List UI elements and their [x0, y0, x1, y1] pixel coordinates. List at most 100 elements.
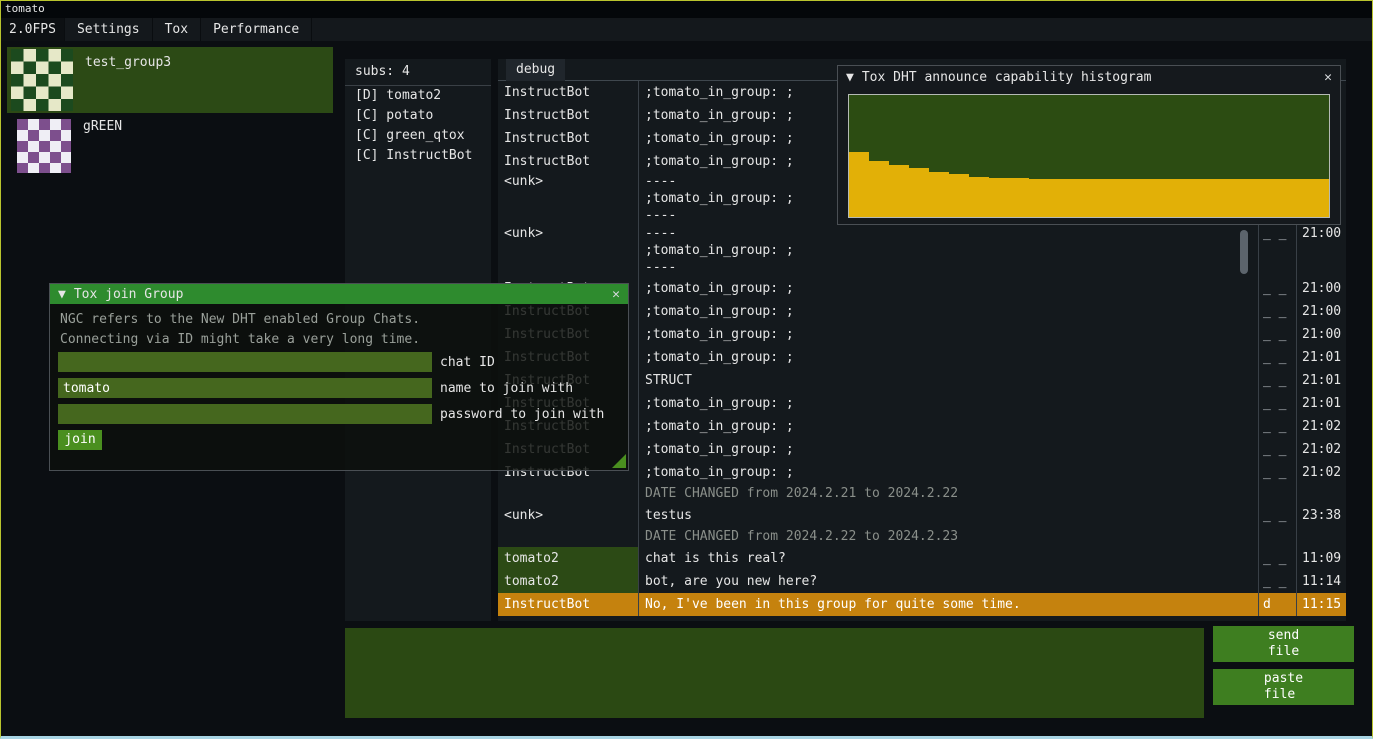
join-group-window: ▼ Tox join Group ✕ NGC refers to the New… — [49, 283, 629, 471]
join-window-title-bar[interactable]: ▼ Tox join Group ✕ — [50, 284, 628, 304]
chat-cell-timestamp: 21:01 — [1296, 392, 1346, 415]
chat-cell-sender: InstructBot — [498, 127, 638, 150]
date-changed-text: DATE CHANGED from 2024.2.21 to 2024.2.22 — [638, 484, 1258, 504]
member-item[interactable]: [C] green_qtox — [345, 126, 491, 146]
histogram-bar — [889, 165, 909, 217]
chat-cell-receipt: _ _ — [1258, 438, 1296, 461]
chat-cell-timestamp: 21:01 — [1296, 346, 1346, 369]
chat-cell-receipt: d — [1258, 593, 1296, 616]
chat-message-row[interactable]: <unk>---- ;tomato_in_group: ; ----_ _21:… — [498, 225, 1346, 277]
histogram-bar — [1009, 178, 1029, 217]
chat-cell-message: testus — [638, 504, 1258, 527]
sidebar-item-test-group3[interactable]: test_group3 — [7, 47, 333, 113]
chat-cell-message: ;tomato_in_group: ; — [638, 438, 1258, 461]
chat-cell-message: ;tomato_in_group: ; — [638, 277, 1258, 300]
join-password-label: password to join with — [440, 407, 604, 422]
chat-cell-sender: <unk> — [498, 173, 638, 225]
chat-cell-timestamp: 21:00 — [1296, 225, 1346, 277]
histogram-bar — [1169, 179, 1189, 217]
histogram-plot — [848, 94, 1330, 218]
histogram-bar — [1089, 179, 1109, 217]
menu-tox[interactable]: Tox — [153, 18, 201, 41]
collapse-icon[interactable]: ▼ — [58, 287, 66, 302]
group-avatar — [17, 119, 71, 173]
histogram-bar — [1049, 179, 1069, 217]
chat-cell-message: ;tomato_in_group: ; — [638, 346, 1258, 369]
chat-message-row[interactable]: tomato2chat is this real?_ _11:09 — [498, 547, 1346, 570]
chat-cell-sender: tomato2 — [498, 570, 638, 593]
chat-message-row[interactable]: tomato2bot, are you new here?_ _11:14 — [498, 570, 1346, 593]
chat-cell-message: ;tomato_in_group: ; — [638, 323, 1258, 346]
member-item[interactable]: [C] potato — [345, 106, 491, 126]
histogram-bar — [1129, 179, 1149, 217]
send-file-button[interactable]: send file — [1213, 626, 1354, 662]
chat-cell-receipt: _ _ — [1258, 225, 1296, 277]
chat-cell-message: No, I've been in this group for quite so… — [638, 593, 1258, 616]
chat-cell-timestamp: 21:01 — [1296, 369, 1346, 392]
chat-cell-receipt: _ _ — [1258, 504, 1296, 527]
histogram-bar — [949, 174, 969, 217]
chat-message-row[interactable]: <unk>testus_ _23:38 — [498, 504, 1346, 527]
paste-file-button[interactable]: paste file — [1213, 669, 1354, 705]
window-title: tomato — [5, 2, 45, 15]
chat-cell-receipt: _ _ — [1258, 369, 1296, 392]
tab-debug[interactable]: debug — [506, 59, 565, 81]
chat-cell-message: STRUCT — [638, 369, 1258, 392]
sidebar-item-green[interactable]: gREEN — [7, 115, 333, 177]
chat-cell-message: ---- ;tomato_in_group: ; ---- — [638, 225, 1258, 277]
histogram-bar — [909, 168, 929, 217]
chat-cell-message: ;tomato_in_group: ; — [638, 415, 1258, 438]
chat-message-row[interactable]: InstructBotNo, I've been in this group f… — [498, 593, 1346, 616]
chat-cell-receipt — [1258, 527, 1296, 547]
chat-cell-sender: <unk> — [498, 225, 638, 277]
histogram-window: ▼ Tox DHT announce capability histogram … — [837, 65, 1341, 225]
member-item[interactable]: [C] InstructBot — [345, 146, 491, 166]
chat-cell-timestamp: 21:00 — [1296, 323, 1346, 346]
chat-cell-message: ;tomato_in_group: ; — [638, 392, 1258, 415]
chat-cell-receipt: _ _ — [1258, 300, 1296, 323]
chat-cell-receipt: _ _ — [1258, 547, 1296, 570]
join-name-input[interactable] — [58, 378, 432, 398]
date-separator-row[interactable]: DATE CHANGED from 2024.2.22 to 2024.2.23 — [498, 527, 1346, 547]
chat-cell-receipt: _ _ — [1258, 570, 1296, 593]
chat-cell-sender: tomato2 — [498, 547, 638, 570]
histogram-bar — [1249, 179, 1269, 217]
chat-cell-message: chat is this real? — [638, 547, 1258, 570]
menu-settings[interactable]: Settings — [65, 18, 153, 41]
resize-grip[interactable] — [612, 454, 626, 468]
join-info-line: NGC refers to the New DHT enabled Group … — [60, 312, 420, 327]
close-icon[interactable]: ✕ — [612, 287, 620, 302]
join-info-line: Connecting via ID might take a very long… — [60, 332, 420, 347]
chat-cell-timestamp: 23:38 — [1296, 504, 1346, 527]
chat-cell-receipt — [1258, 484, 1296, 504]
chat-id-input[interactable] — [58, 352, 432, 372]
histogram-bar — [1269, 179, 1289, 217]
chat-cell-sender: InstructBot — [498, 150, 638, 173]
chat-cell-message: bot, are you new here? — [638, 570, 1258, 593]
window-title-bar[interactable]: tomato — [1, 1, 1372, 18]
collapse-icon[interactable]: ▼ — [846, 70, 854, 85]
close-icon[interactable]: ✕ — [1324, 70, 1332, 85]
histogram-bar — [1289, 179, 1309, 217]
histogram-bar — [1229, 179, 1249, 217]
histogram-window-title-bar[interactable]: ▼ Tox DHT announce capability histogram … — [838, 66, 1340, 88]
chat-cell-timestamp: 21:02 — [1296, 438, 1346, 461]
chat-scrollbar[interactable] — [1240, 230, 1248, 274]
histogram-bar — [1029, 179, 1049, 217]
join-name-label: name to join with — [440, 381, 573, 396]
message-input[interactable] — [345, 628, 1204, 718]
group-name: test_group3 — [73, 47, 171, 113]
join-password-input[interactable] — [58, 404, 432, 424]
chat-cell-receipt: _ _ — [1258, 461, 1296, 484]
date-separator-row[interactable]: DATE CHANGED from 2024.2.21 to 2024.2.22 — [498, 484, 1346, 504]
join-button[interactable]: join — [58, 430, 102, 450]
group-name: gREEN — [71, 115, 122, 177]
member-item[interactable]: [D] tomato2 — [345, 86, 491, 106]
histogram-bar — [869, 161, 889, 217]
chat-cell-receipt: _ _ — [1258, 277, 1296, 300]
chat-cell-timestamp: 11:09 — [1296, 547, 1346, 570]
chat-cell-receipt: _ _ — [1258, 415, 1296, 438]
date-changed-text: DATE CHANGED from 2024.2.22 to 2024.2.23 — [638, 527, 1258, 547]
chat-cell-timestamp: 11:15 — [1296, 593, 1346, 616]
menu-performance[interactable]: Performance — [201, 18, 312, 41]
